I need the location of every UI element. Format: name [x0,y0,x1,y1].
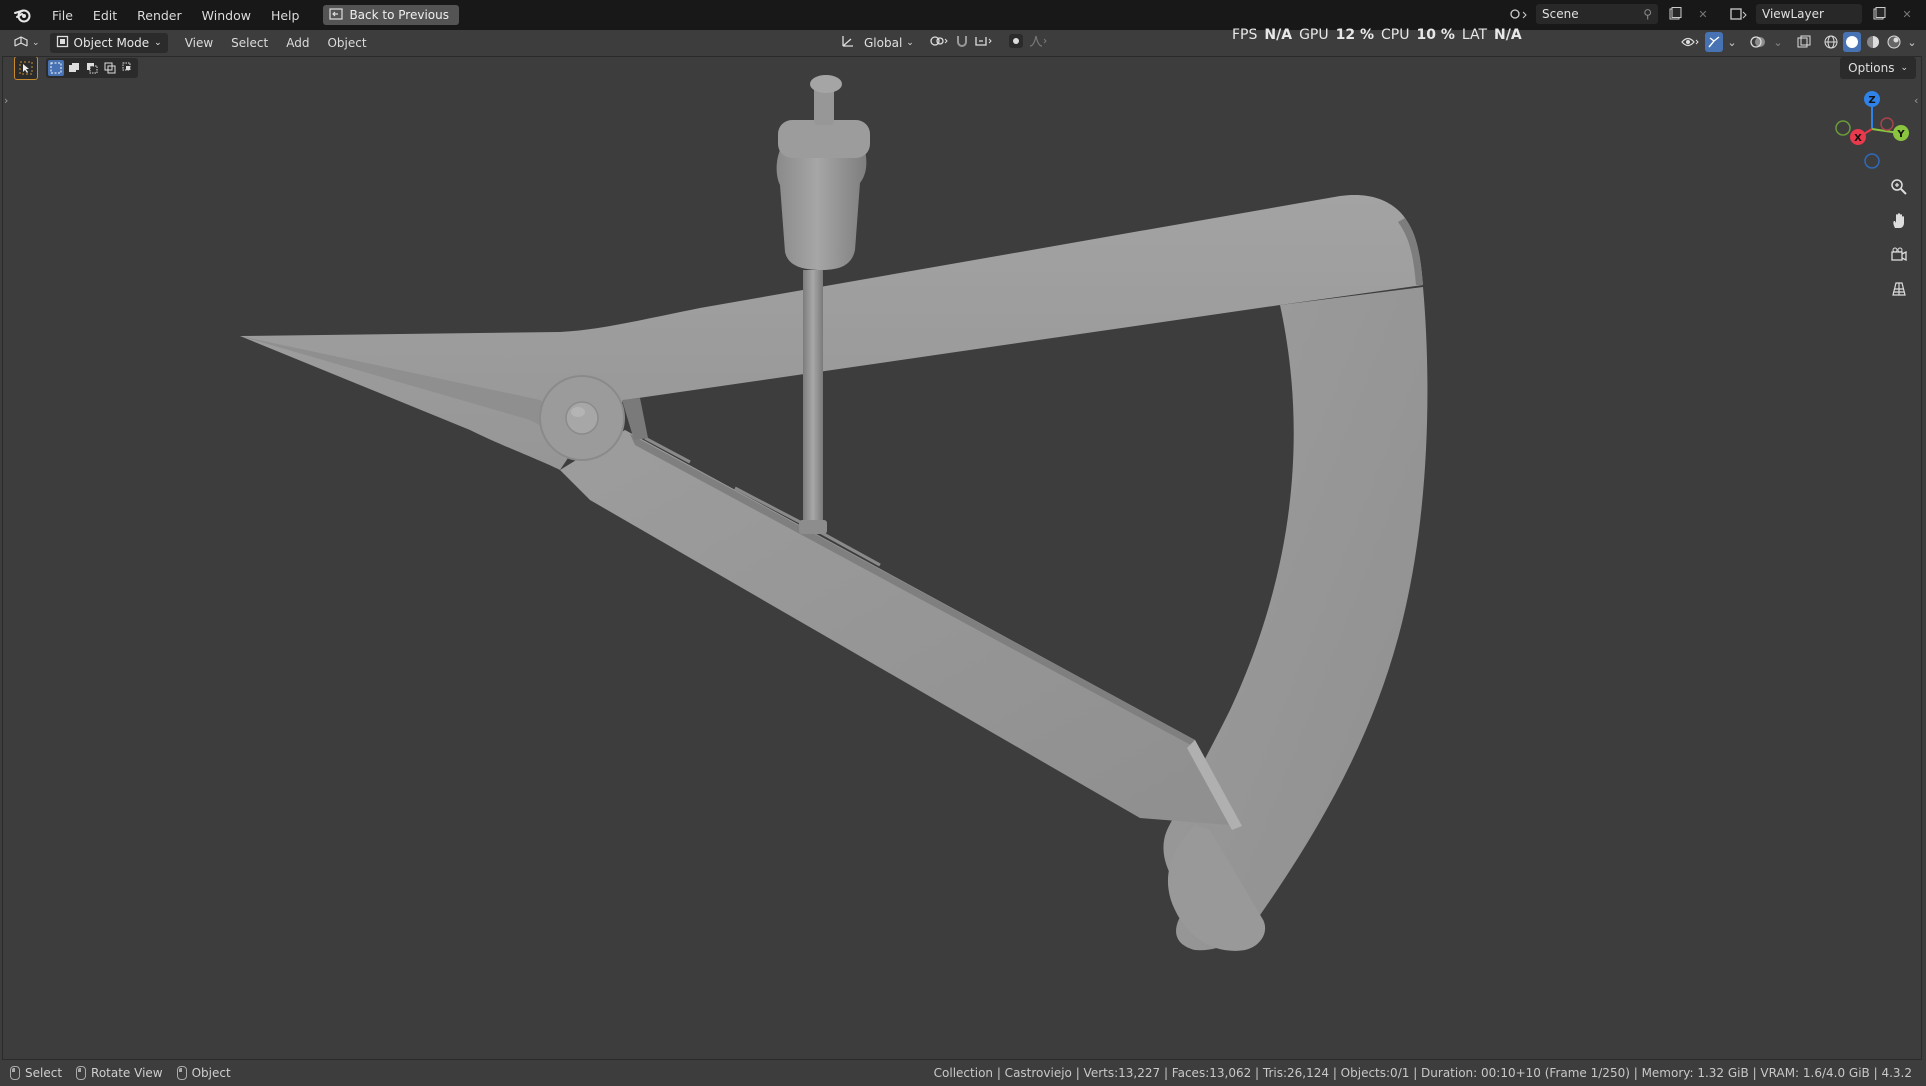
status-bar: Select Rotate View Object Collection | C… [0,1060,1926,1086]
status-hint-label: Rotate View [91,1066,163,1080]
caliper-rod[interactable] [803,270,823,532]
caliper-model[interactable] [240,75,1429,952]
scene-statistics: Collection | Castroviejo | Verts:13,227 … [933,1066,1912,1080]
gizmo-x-label: X [1854,133,1862,144]
navigation-gizmo[interactable]: Z Y X [1835,91,1909,169]
gizmo-y-label: Y [1896,129,1905,140]
pan-hand-icon[interactable] [1886,208,1912,234]
perspective-toggle-icon[interactable] [1886,276,1912,302]
status-hints: Select Rotate View Object [10,1066,231,1080]
status-hint-select: Select [10,1066,62,1080]
hinge-screw-highlight [571,407,585,417]
zoom-icon[interactable] [1886,174,1912,200]
viewport-nav-buttons [1886,174,1912,302]
cap-knob [810,75,842,93]
mouse-right-icon [176,1066,187,1080]
caliper-hinge-screw[interactable] [565,401,599,435]
status-hint-label: Select [25,1066,63,1080]
status-hint-label: Object [191,1066,231,1080]
status-hint-rotate: Rotate View [76,1066,163,1080]
gizmo-neg-z-axis[interactable] [1864,153,1880,169]
mouse-middle-icon [76,1066,87,1080]
gizmo-z-label: Z [1868,95,1875,106]
rod-base [799,520,827,534]
caliper-lower-arm-edge [630,434,1200,750]
cap-top [778,120,870,158]
gizmo-neg-x-axis[interactable] [1880,117,1894,131]
gizmo-neg-y-axis[interactable] [1835,120,1851,136]
caliper-lower-arm[interactable] [560,430,1242,826]
status-hint-object: Object [176,1066,231,1080]
camera-view-icon[interactable] [1886,242,1912,268]
viewport-canvas[interactable]: Z Y X [0,0,1926,1086]
caliper-cap[interactable] [776,150,867,270]
mouse-left-icon [10,1066,20,1080]
